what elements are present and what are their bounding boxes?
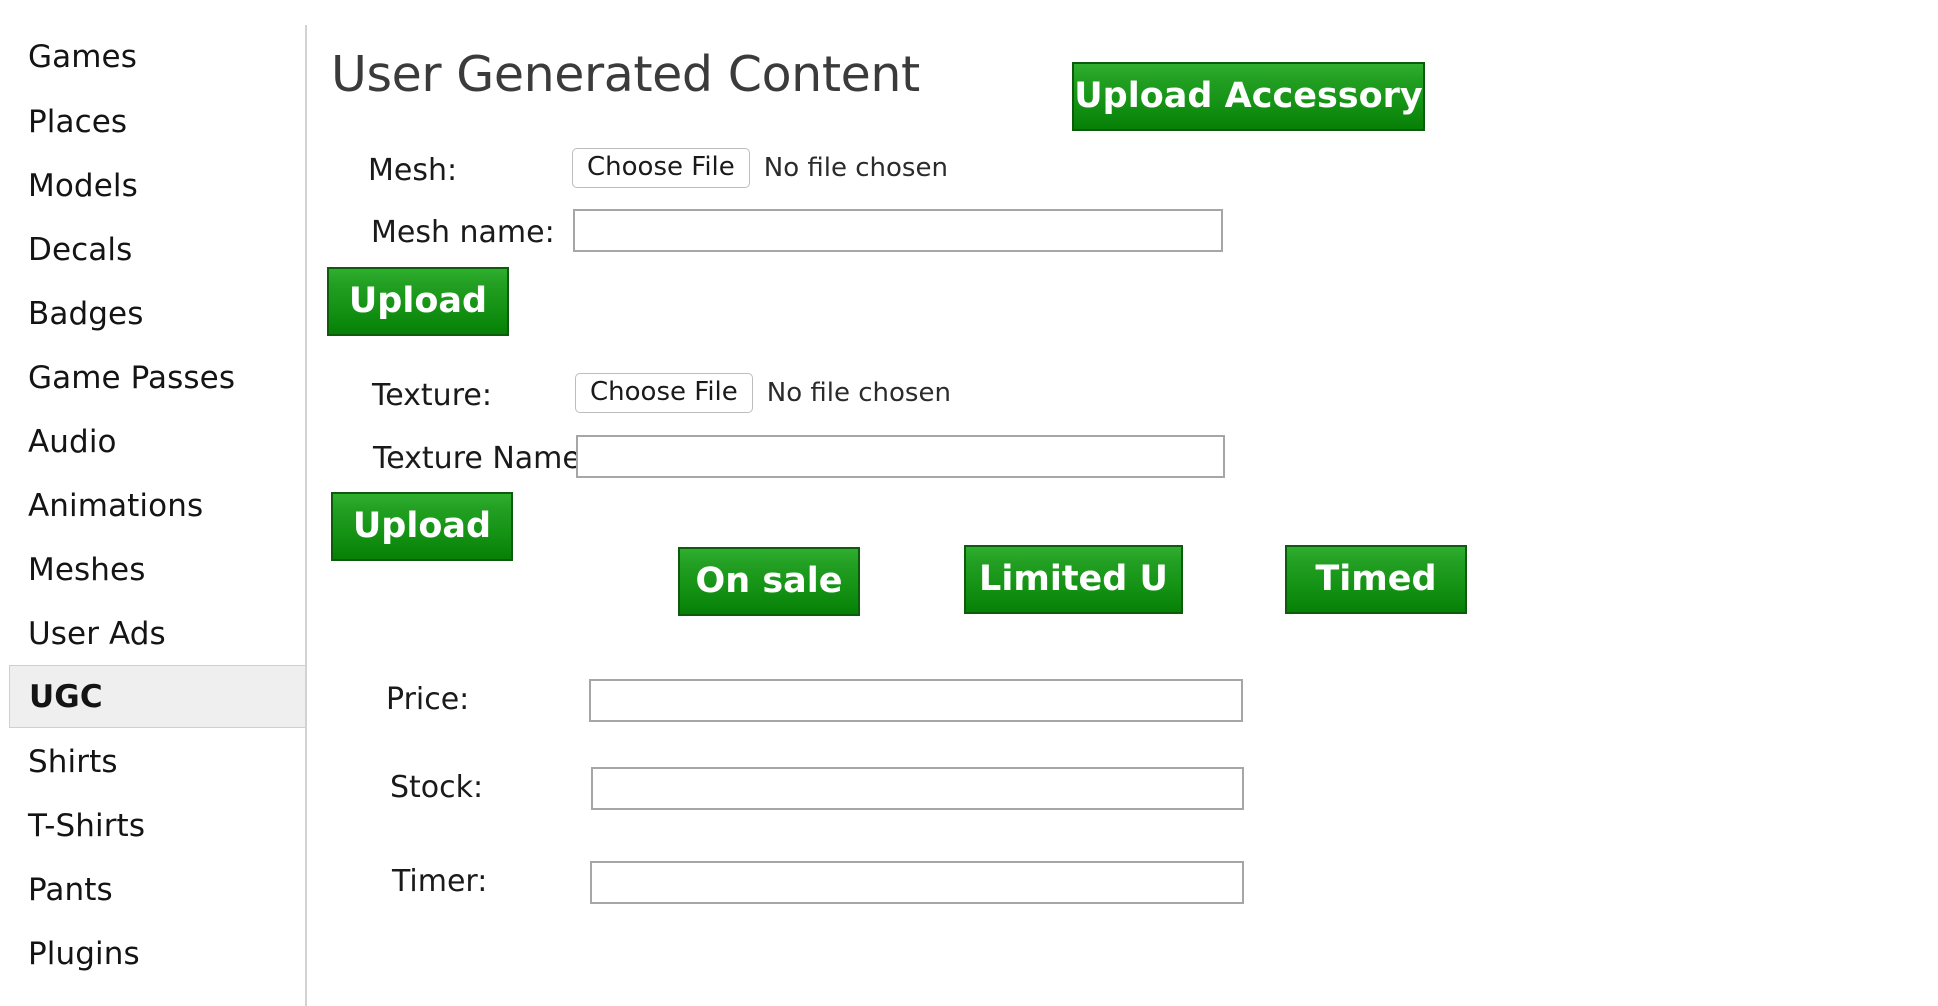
sidebar: Games Places Models Decals Badges Game P… xyxy=(0,0,307,1006)
sidebar-item-meshes[interactable]: Meshes xyxy=(0,538,307,602)
mesh-choose-file-button[interactable]: Choose File xyxy=(572,148,750,188)
sidebar-item-plugins[interactable]: Plugins xyxy=(0,922,307,986)
texture-choose-file-button[interactable]: Choose File xyxy=(575,373,753,413)
sidebar-item-badges[interactable]: Badges xyxy=(0,282,307,346)
page-title: User Generated Content xyxy=(331,46,920,103)
upload-accessory-button[interactable]: Upload Accessory xyxy=(1072,62,1425,131)
texture-name-input[interactable] xyxy=(576,435,1225,478)
sidebar-item-user-ads[interactable]: User Ads xyxy=(0,602,307,666)
sidebar-item-label: Shirts xyxy=(28,744,118,780)
sidebar-item-label: Plugins xyxy=(28,936,140,972)
sidebar-item-label: Animations xyxy=(28,488,204,524)
texture-name-label: Texture Name: xyxy=(373,441,591,476)
sidebar-item-label: Game Passes xyxy=(28,360,236,396)
sidebar-item-label: User Ads xyxy=(28,616,166,652)
sidebar-item-places[interactable]: Places xyxy=(0,90,307,154)
sidebar-item-game-passes[interactable]: Game Passes xyxy=(0,346,307,410)
sidebar-item-label: Games xyxy=(28,39,137,75)
upload-mesh-button[interactable]: Upload xyxy=(327,267,509,336)
texture-no-file-text: No file chosen xyxy=(766,378,951,408)
sidebar-item-label: Places xyxy=(28,104,128,140)
sidebar-item-ugc[interactable]: UGC xyxy=(9,665,306,728)
timer-input[interactable] xyxy=(590,861,1244,904)
sidebar-item-label: Meshes xyxy=(28,552,146,588)
sidebar-item-label: Pants xyxy=(28,872,113,908)
sidebar-item-label: T-Shirts xyxy=(28,808,146,844)
mesh-name-input[interactable] xyxy=(573,209,1223,252)
price-label: Price: xyxy=(386,682,470,717)
sidebar-item-label: Models xyxy=(28,168,138,204)
sidebar-item-label: Audio xyxy=(28,424,117,460)
timed-toggle-button[interactable]: Timed xyxy=(1285,545,1467,614)
upload-texture-button[interactable]: Upload xyxy=(331,492,513,561)
main-content: User Generated Content Upload Accessory … xyxy=(307,0,1938,1006)
sidebar-item-audio[interactable]: Audio xyxy=(0,410,307,474)
sidebar-item-pants[interactable]: Pants xyxy=(0,858,307,922)
price-input[interactable] xyxy=(589,679,1243,722)
sidebar-item-decals[interactable]: Decals xyxy=(0,218,307,282)
sidebar-item-label: UGC xyxy=(29,678,103,715)
stock-input[interactable] xyxy=(591,767,1244,810)
mesh-label: Mesh: xyxy=(368,153,458,188)
limited-u-toggle-button[interactable]: Limited U xyxy=(964,545,1183,614)
mesh-no-file-text: No file chosen xyxy=(763,153,948,183)
mesh-file-row: Choose File No file chosen xyxy=(572,148,948,188)
mesh-name-label: Mesh name: xyxy=(371,215,555,250)
sidebar-item-shirts[interactable]: Shirts xyxy=(0,730,307,794)
on-sale-toggle-button[interactable]: On sale xyxy=(678,547,860,616)
sidebar-item-label: Decals xyxy=(28,232,133,268)
texture-label: Texture: xyxy=(372,378,492,413)
sidebar-item-games[interactable]: Games xyxy=(0,25,307,89)
sidebar-item-t-shirts[interactable]: T-Shirts xyxy=(0,794,307,858)
texture-file-row: Choose File No file chosen xyxy=(575,373,951,413)
stock-label: Stock: xyxy=(390,770,484,805)
sidebar-item-label: Badges xyxy=(28,296,144,332)
sidebar-item-animations[interactable]: Animations xyxy=(0,474,307,538)
timer-label: Timer: xyxy=(392,864,488,899)
sidebar-item-models[interactable]: Models xyxy=(0,154,307,218)
